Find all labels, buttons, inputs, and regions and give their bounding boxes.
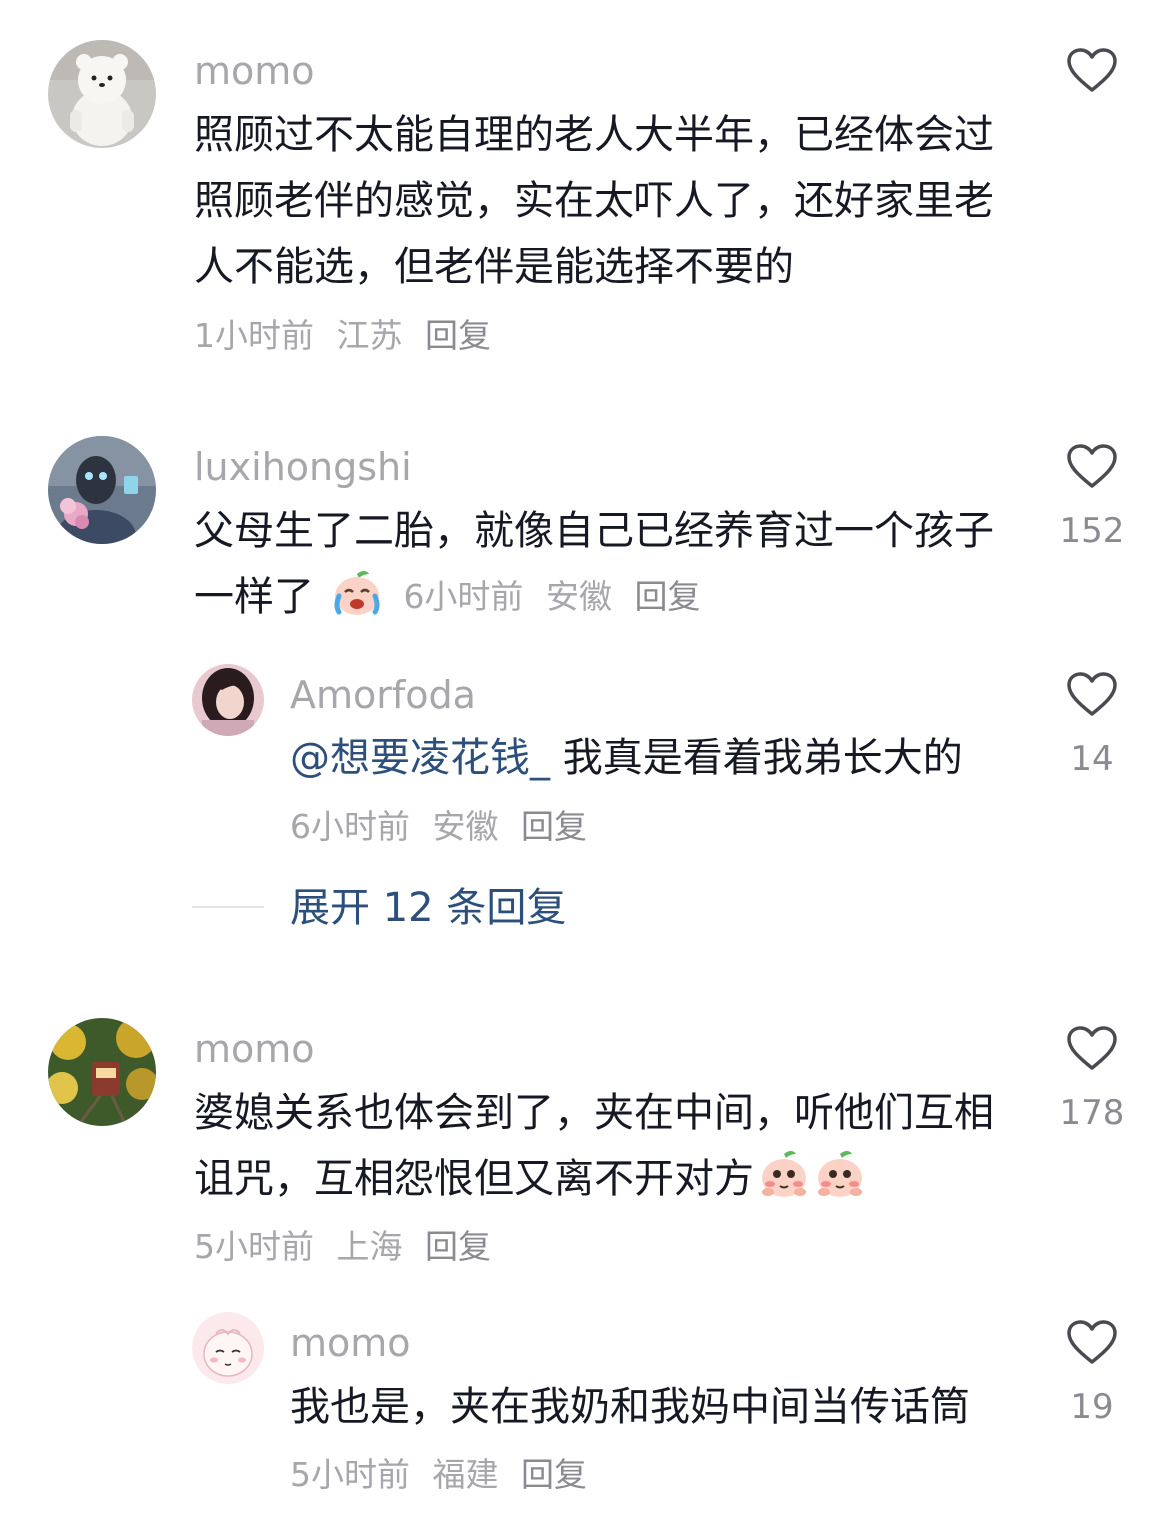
mention-link[interactable]: @想要凌花钱_ — [290, 735, 550, 781]
comment-content: 婆媳关系也体会到了，夹在中间，听他们互相诅咒，互相怨恨但又离不开对方 — [194, 1090, 994, 1202]
heart-outline-icon — [1067, 672, 1117, 716]
reply-button[interactable]: 回复 — [521, 807, 587, 846]
reply-meta: 5小时前 福建 回复 — [290, 1458, 599, 1491]
comment-content: 照顾过不太能自理的老人大半年，已经体会过照顾老伴的感觉，实在太吓人了，还好家里老… — [194, 112, 994, 290]
heart-outline-icon — [1067, 1026, 1117, 1070]
comment-location: 安徽 — [545, 577, 612, 616]
reply-location: 福建 — [432, 1455, 499, 1494]
reply-username[interactable]: Amorfoda — [290, 676, 476, 714]
comment-location: 上海 — [336, 1227, 403, 1266]
robot-with-flowers-avatar — [48, 436, 156, 544]
avatar[interactable] — [48, 436, 156, 544]
heart-outline-icon — [1067, 48, 1117, 92]
reply-button[interactable]: 回复 — [521, 1455, 587, 1494]
reply-time: 5小时前 — [290, 1455, 410, 1494]
reply-username[interactable]: momo — [290, 1324, 411, 1362]
like-count: 152 — [1059, 511, 1125, 551]
reply-button[interactable]: 回复 — [634, 577, 700, 616]
like-button[interactable] — [1065, 1318, 1119, 1370]
like-button[interactable] — [1065, 670, 1119, 722]
reply-body: @想要凌花钱_ 我真是看着我弟长大的 — [290, 725, 1010, 791]
comment-time: 1小时前 — [194, 316, 314, 355]
reply-button[interactable]: 回复 — [425, 316, 491, 355]
expand-replies-button[interactable]: 展开 12 条回复 — [290, 888, 566, 928]
like-button[interactable] — [1065, 442, 1119, 494]
like-count: 14 — [1070, 739, 1114, 779]
comment-time: 6小时前 — [403, 577, 524, 616]
avatar[interactable] — [48, 40, 156, 148]
reply-content: 我真是看着我弟长大的 — [562, 735, 963, 781]
comment-username[interactable]: momo — [194, 52, 315, 90]
avatar[interactable] — [48, 1018, 156, 1126]
girl-portrait-avatar — [192, 664, 264, 736]
comment-body: 父母生了二胎，就像自己已经养育过一个孩子一样了 6小时前 安徽 回复 — [194, 498, 994, 630]
comment-body: 婆媳关系也体会到了，夹在中间，听他们互相诅咒，互相怨恨但又离不开对方 — [194, 1080, 994, 1212]
reply-meta: 6小时前 安徽 回复 — [290, 810, 599, 843]
comment-location: 江苏 — [336, 316, 403, 355]
like-count: 178 — [1059, 1093, 1125, 1133]
comment-time: 5小时前 — [194, 1227, 314, 1266]
like-button[interactable] — [1065, 1024, 1119, 1076]
shy-peach-emoji — [818, 1151, 862, 1197]
divider — [192, 906, 264, 908]
reply-button[interactable]: 回复 — [425, 1227, 491, 1266]
reply-location: 安徽 — [432, 807, 499, 846]
comment-username[interactable]: momo — [194, 1030, 315, 1068]
reply-content: 我也是，夹在我奶和我妈中间当传话筒 — [290, 1384, 970, 1430]
pink-cartoon-avatar — [192, 1312, 264, 1384]
avatar[interactable] — [192, 664, 264, 736]
white-bear-plush-avatar — [48, 40, 156, 148]
train-flowers-avatar — [48, 1018, 156, 1126]
reply-time: 6小时前 — [290, 807, 410, 846]
comment-meta: 1小时前 江苏 回复 — [194, 319, 503, 352]
like-button[interactable] — [1065, 46, 1119, 98]
like-count: 19 — [1070, 1387, 1114, 1427]
comment-meta: 5小时前 上海 回复 — [194, 1230, 503, 1263]
comment-username[interactable]: luxihongshi — [194, 448, 412, 486]
heart-outline-icon — [1067, 444, 1117, 488]
avatar[interactable] — [192, 1312, 264, 1384]
comment-meta: 6小时前 安徽 回复 — [403, 577, 712, 616]
crying-peach-emoji — [334, 571, 380, 615]
heart-outline-icon — [1067, 1320, 1117, 1364]
shy-peach-emoji — [762, 1151, 806, 1197]
